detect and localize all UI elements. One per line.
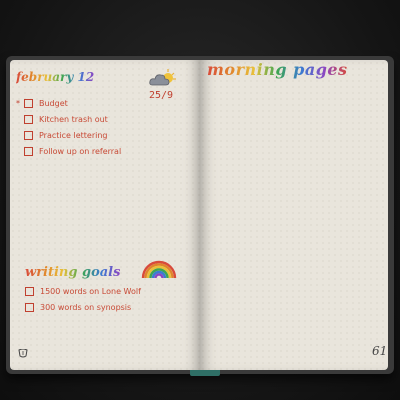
task-text: Kitchen trash out [39, 115, 108, 124]
task-list: * Budget Kitchen trash out Practice lett… [16, 96, 186, 160]
list-item: 1500 words on Lone Wolf [25, 284, 185, 298]
page-title: morning pages [207, 60, 348, 79]
goal-text: 1500 words on Lone Wolf [40, 286, 141, 296]
checkbox[interactable] [24, 115, 33, 124]
cloud-sun-icon [149, 69, 176, 86]
task-text: Practice lettering [39, 131, 108, 140]
goal-list: 1500 words on Lone Wolf 300 words on syn… [25, 284, 185, 316]
checkbox[interactable] [24, 131, 33, 140]
page-number: 61 [372, 344, 388, 358]
list-item: Practice lettering [16, 128, 186, 143]
checkbox[interactable] [25, 286, 34, 296]
goal-text: 300 words on synopsis [40, 302, 132, 312]
checkbox[interactable] [24, 99, 33, 108]
checkbox[interactable] [25, 302, 34, 312]
task-text: Follow up on referral [39, 147, 122, 156]
list-item: 300 words on synopsis [25, 300, 185, 314]
goals-title: writing goals [25, 265, 121, 280]
priority-marker: * [16, 99, 20, 108]
list-item: Follow up on referral [16, 144, 186, 159]
checkbox[interactable] [24, 147, 33, 156]
task-text: Budget [39, 99, 68, 108]
paw-icon [18, 349, 28, 358]
date-title: february 12 [16, 70, 95, 84]
rainbow-icon [141, 260, 177, 279]
list-item: Kitchen trash out [16, 112, 186, 127]
list-item: * Budget [16, 96, 186, 111]
right-page [200, 60, 388, 370]
